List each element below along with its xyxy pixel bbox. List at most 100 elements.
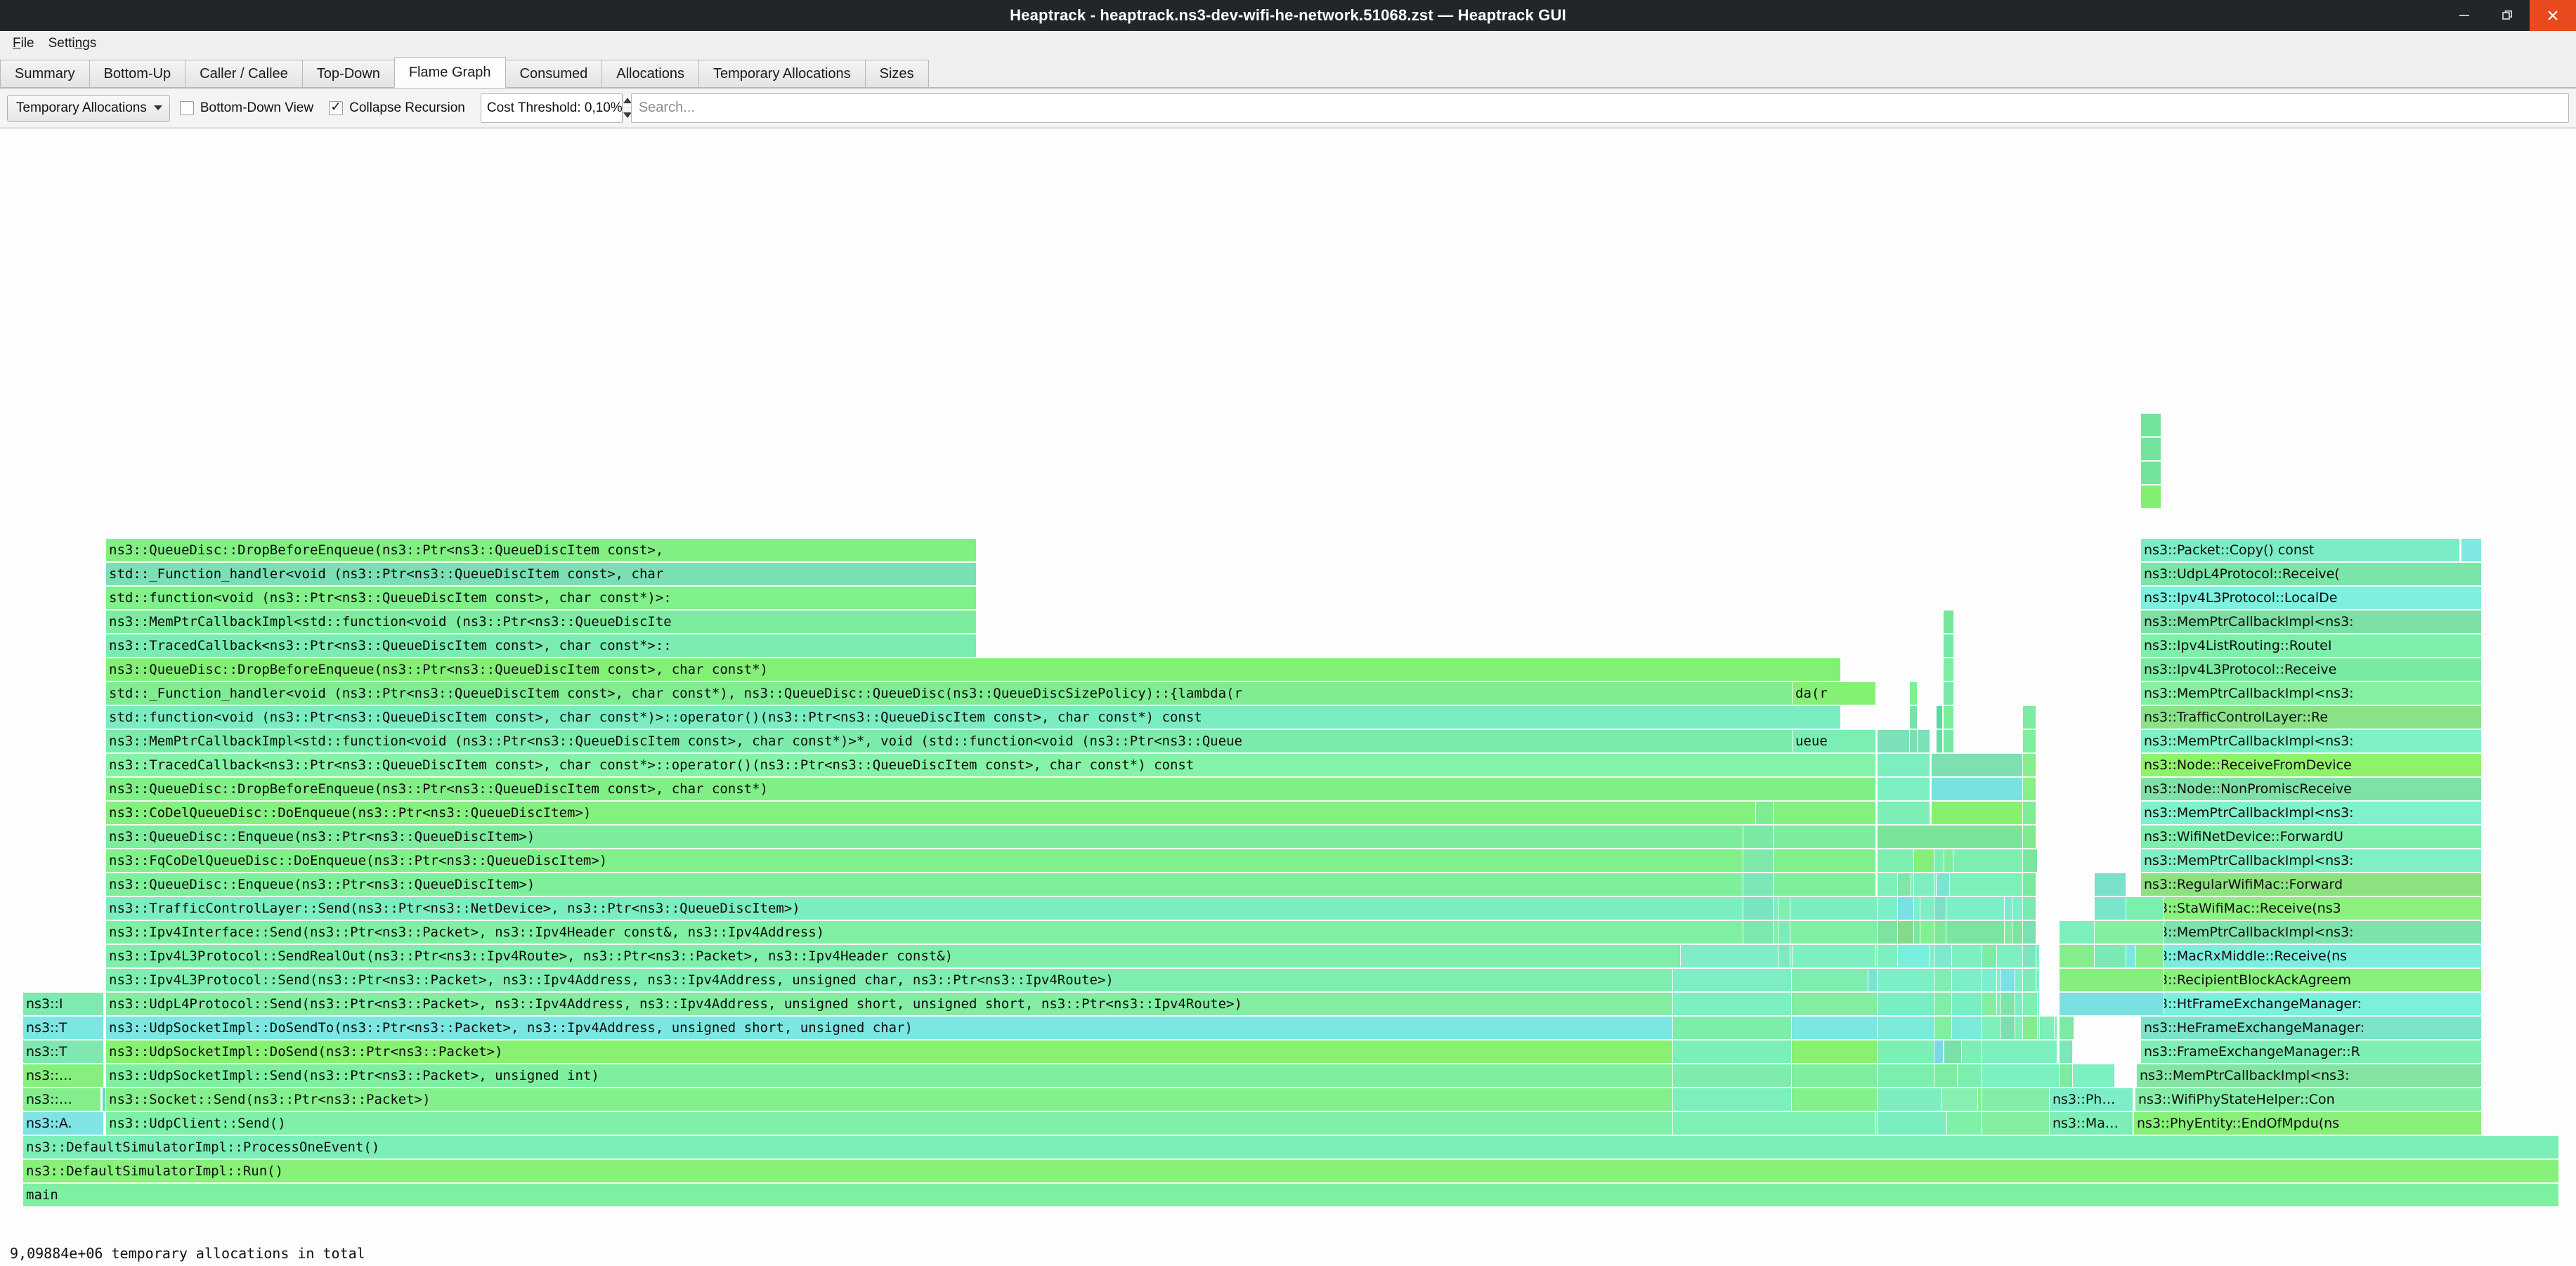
flame-frame-small[interactable] [2094, 873, 2126, 896]
flame-frame-right[interactable]: ns3::Ipv4L3Protocol::Receive [2140, 658, 2482, 681]
flame-frame-small[interactable] [1672, 968, 1792, 992]
flame-frame-main[interactable]: ns3::TracedCallback<ns3::Ptr<ns3::QueueD… [105, 753, 1876, 777]
flame-graph-panel[interactable]: ns3::Packet::Copy() constns3::UdpL4Proto… [0, 128, 2576, 1266]
flame-frame-small[interactable] [1743, 825, 1774, 849]
flame-frame-small[interactable] [2004, 896, 2012, 920]
flame-frame-right[interactable]: ns3::MemPtrCallbackImpl<ns3: [2140, 729, 2482, 753]
flame-frame-small[interactable] [1743, 896, 1774, 920]
tab-summary[interactable]: Summary [0, 60, 90, 88]
flame-frame-small[interactable] [2039, 1016, 2055, 1040]
flame-frame-small[interactable] [1931, 753, 2026, 777]
flame-frame-right[interactable]: ns3::RegularWifiMac::Forward [2140, 873, 2482, 896]
flame-frame-small[interactable] [2094, 920, 2164, 944]
flame-frame-small[interactable] [1877, 1111, 1947, 1135]
flame-frame-small[interactable] [1877, 992, 2040, 1016]
flame-frame-main[interactable]: ns3::FqCoDelQueueDisc::DoEnqueue(ns3::Pt… [105, 849, 1876, 873]
flame-frame-small[interactable] [1680, 944, 1793, 968]
flame-frame-small[interactable] [1743, 920, 1774, 944]
flame-frame-small[interactable] [2059, 992, 2164, 1016]
flame-frame-small[interactable] [1944, 1040, 1962, 1064]
flame-frame-small[interactable] [1982, 944, 1997, 968]
flame-frame-right[interactable] [2140, 461, 2161, 485]
flame-frame-main[interactable]: ns3::DefaultSimulatorImpl::ProcessOneEve… [22, 1135, 2559, 1159]
tab-sizes[interactable]: Sizes [865, 60, 929, 88]
flame-frame-small[interactable] [1778, 944, 1790, 968]
flame-frame-small[interactable] [1672, 992, 1792, 1016]
flame-frame-small[interactable] [2000, 968, 2015, 992]
maximize-button[interactable] [2486, 0, 2530, 31]
flame-frame-small[interactable] [1934, 920, 1946, 944]
cost-threshold-increment[interactable] [623, 94, 632, 109]
flame-frame-small[interactable] [1792, 944, 1876, 968]
flame-frame-right[interactable]: ns3::FrameExchangeManager::R [2140, 1040, 2482, 1064]
flame-frame-right[interactable]: ns3::HtFrameExchangeManager: [2140, 992, 2482, 1016]
flame-frame-small[interactable] [1936, 705, 1943, 729]
flame-frame-small[interactable] [2059, 1064, 2073, 1088]
flame-frame-right[interactable]: ns3::Node::ReceiveFromDevice [2140, 753, 2482, 777]
flame-frame-small[interactable] [2022, 896, 2036, 920]
flame-frame-small[interactable] [1943, 705, 1954, 729]
flame-frame-right[interactable]: ns3::Ipv4ListRouting::RouteI [2140, 634, 2482, 658]
flame-frame-small[interactable] [1943, 658, 1954, 681]
flame-frame-right[interactable]: ns3::MemPtrCallbackImpl<ns3: [2140, 610, 2482, 634]
flame-frame-small[interactable] [1936, 873, 1950, 896]
flame-frame-small[interactable] [1909, 681, 1918, 705]
flame-frame-small[interactable] [1672, 1040, 1792, 1064]
search-input[interactable]: Search... [631, 93, 2569, 123]
flame-frame-small[interactable] [1943, 610, 1954, 634]
flame-frame-small[interactable] [1743, 873, 1774, 896]
flame-frame-small[interactable] [1931, 777, 2026, 801]
flame-frame-main[interactable]: ns3::CoDelQueueDisc::DoEnqueue(ns3::Ptr<… [105, 801, 1876, 825]
flame-frame-left-narrow[interactable]: ns3::T [22, 1040, 104, 1064]
menu-item-file[interactable]: File [6, 34, 41, 53]
flame-frame-small[interactable] [2094, 944, 2126, 968]
flame-frame-small[interactable] [1982, 968, 1997, 992]
flame-frame-truncated[interactable]: ueue [1792, 729, 1876, 753]
flame-frame-small[interactable] [1943, 729, 1954, 753]
flame-frame-small[interactable] [1941, 1088, 1978, 1111]
flame-frame-small[interactable] [1755, 801, 1774, 825]
cost-threshold-stepper[interactable] [623, 94, 632, 122]
flame-frame-small[interactable] [1944, 849, 1953, 873]
flame-frame-main[interactable]: std::_Function_handler<void (ns3::Ptr<ns… [105, 681, 1841, 705]
flame-frame-small[interactable] [2059, 1040, 2073, 1064]
flame-frame-small[interactable] [1877, 753, 1930, 777]
flame-frame-left-narrow[interactable] [102, 1088, 106, 1111]
flame-frame-small[interactable] [2022, 705, 2036, 729]
flame-frame-right[interactable] [2461, 538, 2482, 562]
tab-top-down[interactable]: Top-Down [302, 60, 395, 88]
flame-frame-small[interactable] [2059, 1016, 2074, 1040]
flame-frame-small[interactable] [1934, 944, 1952, 968]
flame-frame-small[interactable] [1913, 873, 1934, 896]
flame-frame-main[interactable]: std::function<void (ns3::Ptr<ns3::QueueD… [105, 705, 1841, 729]
flame-frame-small[interactable] [1909, 705, 1918, 729]
flame-frame-small[interactable] [1897, 873, 1911, 896]
flame-frame-right[interactable]: ns3::UdpL4Protocol::Receive( [2140, 562, 2482, 586]
flame-frame-main[interactable]: std::_Function_handler<void (ns3::Ptr<ns… [105, 562, 977, 586]
flame-frame-small[interactable] [2022, 920, 2036, 944]
flame-frame-small[interactable] [2022, 1016, 2038, 1040]
flame-frame-right[interactable]: ns3::WifiPhyStateHelper::Con [2135, 1088, 2482, 1111]
flame-frame-right[interactable]: ns3::PhyEntity::EndOfMpdu(ns [2133, 1111, 2482, 1135]
minimize-button[interactable] [2442, 0, 2486, 31]
flame-frame-main[interactable]: ns3::TrafficControlLayer::Send(ns3::Ptr<… [105, 896, 1925, 920]
flame-frame-main[interactable]: ns3::DefaultSimulatorImpl::Run() [22, 1159, 2559, 1183]
flame-frame-small[interactable] [1672, 1016, 1792, 1040]
flame-frame-left-narrow[interactable]: ns3::… [22, 1088, 101, 1111]
flame-frame-small[interactable] [1877, 801, 1930, 825]
flame-frame-small[interactable] [2000, 1016, 2015, 1040]
flame-frame-right[interactable] [2140, 437, 2161, 461]
flame-frame-right[interactable]: ns3::MemPtrCallbackImpl<ns3: [2140, 849, 2482, 873]
flame-frame-right[interactable]: ns3::MemPtrCallbackImpl<ns3: [2140, 801, 2482, 825]
flame-frame-small[interactable] [1897, 896, 1914, 920]
flame-frame-main[interactable]: ns3::MemPtrCallbackImpl<std::function<vo… [105, 610, 977, 634]
flame-frame-small[interactable] [1909, 729, 1918, 753]
flame-frame-small[interactable] [1778, 920, 1790, 944]
flame-frame-small[interactable] [1897, 920, 1914, 944]
flame-frame-small[interactable] [2022, 801, 2036, 825]
flame-frame-right[interactable]: ns3::StaWifiMac::Receive(ns3 [2140, 896, 2482, 920]
flame-frame-main[interactable]: ns3::QueueDisc::Enqueue(ns3::Ptr<ns3::Qu… [105, 825, 1876, 849]
flame-frame-small[interactable] [1982, 1064, 2115, 1088]
flame-frame-small[interactable] [2022, 873, 2036, 896]
flame-frame-right[interactable]: ns3::HeFrameExchangeManager: [2140, 1016, 2482, 1040]
